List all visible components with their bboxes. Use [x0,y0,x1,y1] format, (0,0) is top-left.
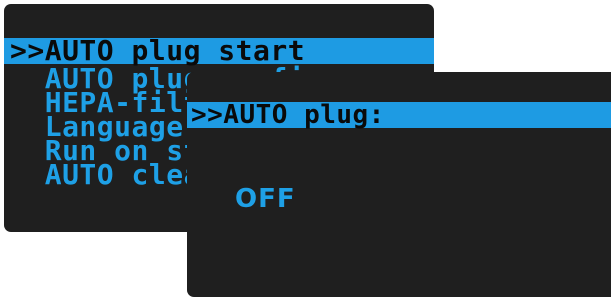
menu-item-auto-plug-start[interactable]: >>AUTO plug start [4,37,434,65]
dialog-title: >>AUTO plug: [187,102,611,128]
auto-plug-dialog: >>AUTO plug: OFF [187,72,611,297]
auto-plug-value[interactable]: OFF [235,184,296,214]
